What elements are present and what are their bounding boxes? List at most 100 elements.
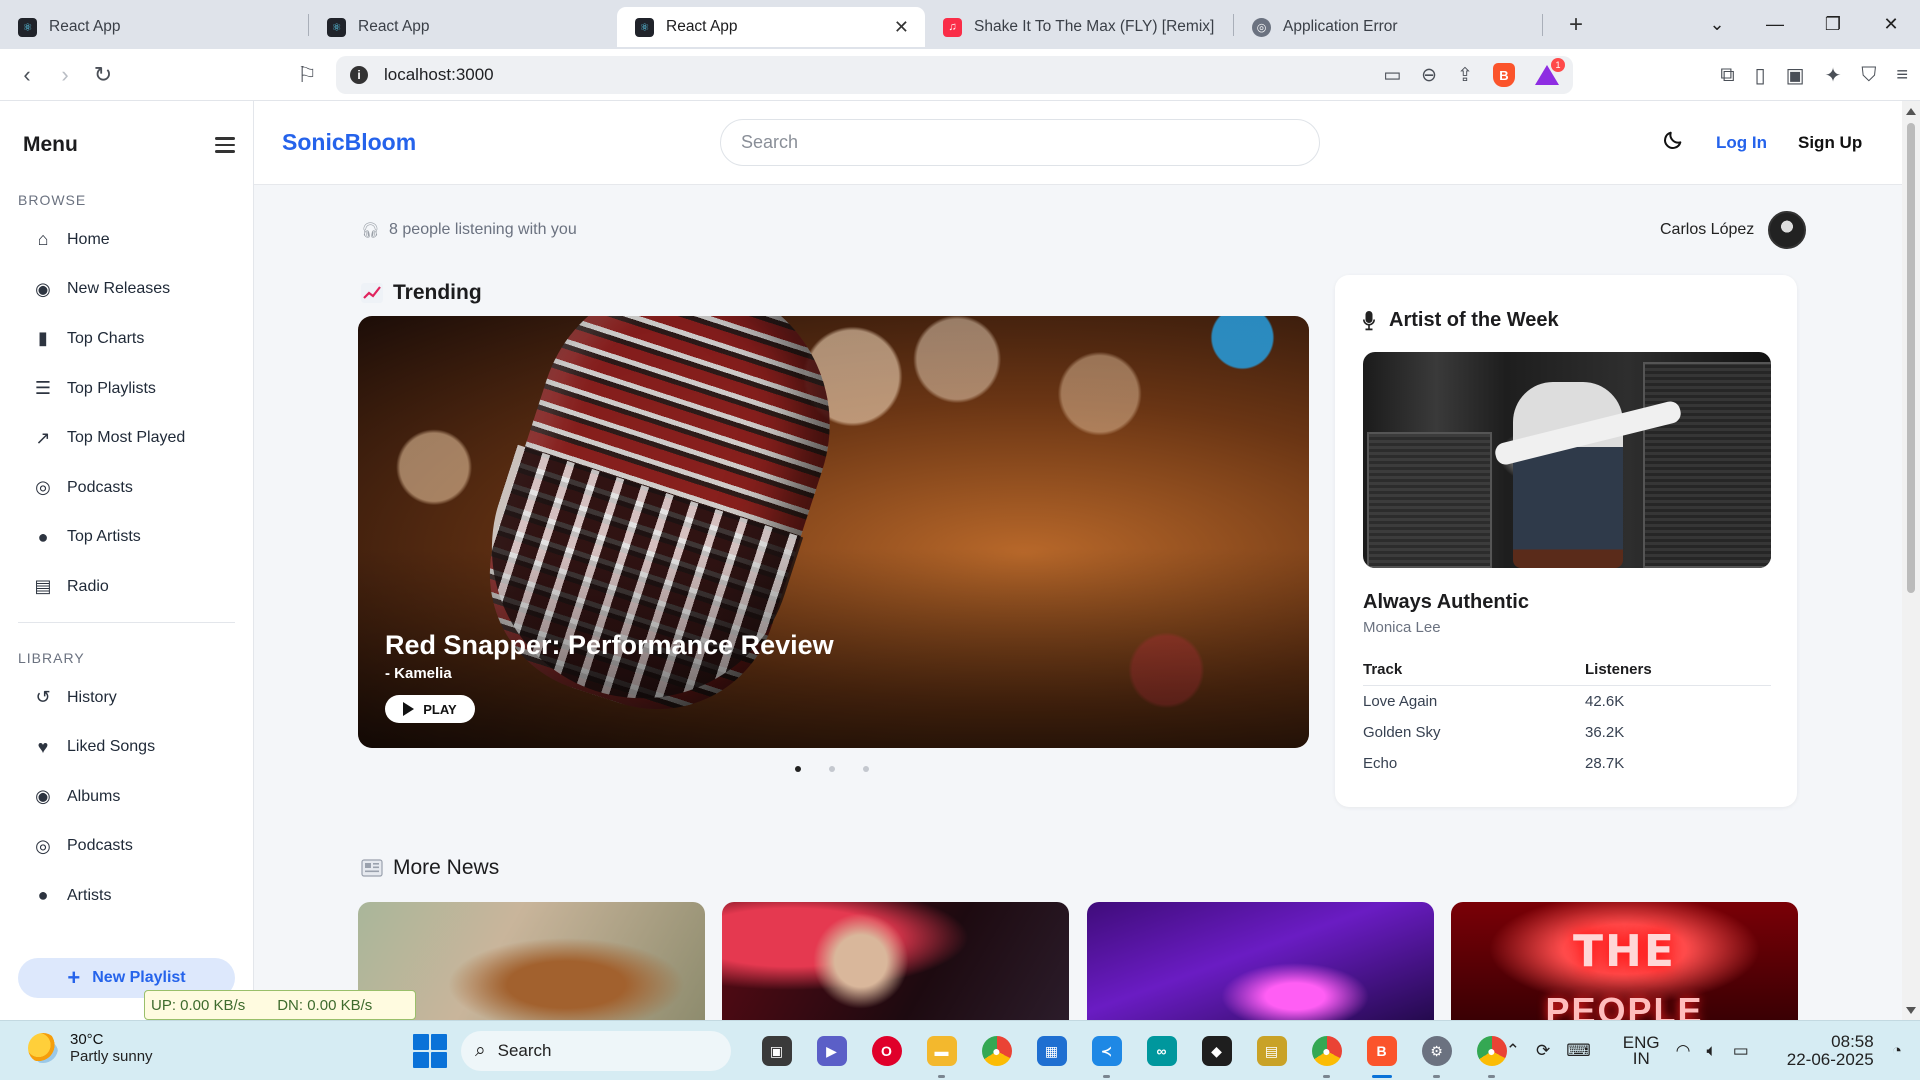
close-window-icon[interactable]: ✕	[1862, 14, 1920, 35]
sidebar-item-new-releases[interactable]: ◉ New Releases	[0, 265, 253, 315]
sidebar-item-history[interactable]: ↺ History	[0, 673, 253, 723]
avatar[interactable]	[1768, 211, 1807, 249]
vpn-shield-icon[interactable]: ⛉	[1861, 64, 1876, 87]
zoom-out-icon[interactable]: ⊖	[1421, 64, 1437, 87]
bookmark-icon[interactable]: ⚐	[288, 62, 326, 88]
hamburger-menu-icon[interactable]	[215, 137, 235, 153]
globe-icon: ◎	[1252, 17, 1271, 37]
language-indicator[interactable]: ENG IN	[1607, 1034, 1660, 1067]
brave-shields-icon[interactable]: B	[1493, 63, 1515, 87]
sidebar-item-top-artists[interactable]: ● Top Artists	[0, 513, 253, 563]
browser-tab[interactable]: ♫ Shake It To The Max (FLY) [Remix] – S	[925, 7, 1233, 47]
sidebar-item-home[interactable]: ⌂ Home	[0, 215, 253, 265]
arduino-icon[interactable]: ∞	[1134, 1021, 1189, 1080]
table-row[interactable]: Golden Sky 36.2K	[1363, 717, 1771, 749]
share-icon[interactable]: ⇪	[1457, 64, 1473, 87]
site-info-icon[interactable]: i	[350, 66, 368, 84]
dark-mode-moon-icon[interactable]	[1662, 129, 1684, 151]
restore-icon[interactable]: ❐	[1804, 14, 1862, 35]
weather-widget[interactable]: 30°C Partly sunny	[28, 1031, 153, 1065]
address-bar[interactable]: i localhost:3000 ▭ ⊖ ⇪ B 1	[336, 56, 1573, 94]
fl-studio-icon[interactable]: ▤	[1244, 1021, 1299, 1080]
news-card-singer[interactable]	[722, 902, 1069, 1020]
url-text[interactable]: localhost:3000	[384, 65, 494, 85]
cast-icon[interactable]: ▭	[1383, 64, 1401, 87]
task-view-icon[interactable]: ▣	[749, 1021, 804, 1080]
scrollbar-thumb[interactable]	[1907, 123, 1915, 593]
volume-icon[interactable]: 🔈︎	[1706, 1041, 1716, 1061]
weather-text: Partly sunny	[70, 1048, 153, 1065]
listener-count: 28.7K	[1585, 755, 1625, 773]
heart-icon: ♥	[37, 736, 49, 757]
meet-icon[interactable]: ▶	[804, 1021, 859, 1080]
trending-hero-carousel[interactable]: Red Snapper: Performance Review - Kameli…	[358, 316, 1309, 748]
tab-list-chevron-icon[interactable]: ⌄	[1688, 14, 1746, 35]
figma-icon[interactable]: ◆	[1189, 1021, 1244, 1080]
clock[interactable]: 08:58 22-06-2025	[1771, 1033, 1874, 1069]
minimize-icon[interactable]: —	[1746, 14, 1804, 35]
featured-song-title[interactable]: Always Authentic	[1363, 591, 1529, 614]
sidebar-item-top-charts[interactable]: ▮ Top Charts	[0, 314, 253, 364]
play-button[interactable]: PLAY	[385, 695, 475, 723]
wallet-icon[interactable]: ▣	[1786, 63, 1805, 88]
reload-icon[interactable]: ↻	[84, 62, 122, 88]
brave-rewards-icon[interactable]: 1	[1535, 58, 1565, 86]
sidebar-item-top-playlists[interactable]: ☰ Top Playlists	[0, 364, 253, 414]
vscode-icon[interactable]: ≺	[1079, 1021, 1134, 1080]
windows-taskbar: 30°C Partly sunny ⌕ Search ▣ ▶ O ▬ ● ▦ ≺…	[0, 1020, 1920, 1080]
brand-logo[interactable]: SonicBloom	[282, 129, 416, 156]
microsoft-store-icon[interactable]: ▦	[1024, 1021, 1079, 1080]
carousel-dot[interactable]	[795, 766, 801, 772]
sidebar-item-liked-songs[interactable]: ♥ Liked Songs	[0, 722, 253, 772]
opera-icon[interactable]: O	[859, 1021, 914, 1080]
trending-heading: Trending	[361, 281, 482, 305]
signup-link[interactable]: Sign Up	[1798, 133, 1862, 153]
login-link[interactable]: Log In	[1716, 133, 1767, 153]
settings-gear-icon[interactable]: ⚙	[1409, 1021, 1464, 1080]
browser-tab-active[interactable]: ⚛ React App ✕	[617, 7, 925, 47]
new-tab-icon[interactable]: +	[1561, 11, 1591, 39]
scroll-up-arrow-icon[interactable]	[1906, 108, 1916, 115]
browser-menu-icon[interactable]: ≡	[1896, 64, 1908, 87]
browser-tab[interactable]: ⚛ React App	[309, 7, 617, 47]
sidebar-item-albums[interactable]: ◉ Albums	[0, 772, 253, 822]
carousel-dot[interactable]	[829, 766, 835, 772]
sidebar-toggle-icon[interactable]: ▯	[1755, 63, 1766, 88]
carousel-dot[interactable]	[863, 766, 869, 772]
table-row[interactable]: Love Again 42.6K	[1363, 685, 1771, 717]
sidebar-item-podcasts-library[interactable]: ◎ Podcasts	[0, 822, 253, 872]
brave-browser-icon[interactable]: B	[1354, 1021, 1409, 1080]
user-profile[interactable]: Carlos López	[1660, 211, 1807, 249]
leo-ai-icon[interactable]: ✦	[1825, 63, 1842, 88]
notification-bell-icon[interactable]: ◔	[1892, 1041, 1902, 1061]
page-scrollbar[interactable]	[1902, 101, 1920, 1020]
wifi-icon[interactable]: ◠	[1676, 1041, 1691, 1061]
extensions-icon[interactable]: ⧉	[1720, 64, 1734, 87]
tray-overflow-chevron-icon[interactable]: ⌃	[1506, 1041, 1520, 1061]
close-tab-icon[interactable]: ✕	[894, 17, 909, 38]
chrome-profile-icon[interactable]: ●	[1299, 1021, 1354, 1080]
listener-count: 36.2K	[1585, 723, 1625, 741]
featured-artist-name[interactable]: Monica Lee	[1363, 619, 1441, 636]
news-card-dj[interactable]	[1087, 902, 1434, 1020]
chrome-icon[interactable]: ●	[969, 1021, 1024, 1080]
battery-icon[interactable]: ▭	[1733, 1041, 1749, 1061]
news-card-neon-sign[interactable]: THE PEOPLE	[1451, 902, 1798, 1020]
sidebar-item-podcasts[interactable]: ◎ Podcasts	[0, 463, 253, 513]
sync-icon[interactable]: ⟳	[1536, 1041, 1550, 1061]
table-row[interactable]: Echo 28.7K	[1363, 748, 1771, 780]
search-box[interactable]	[720, 119, 1320, 166]
sidebar-item-artists[interactable]: ● Artists	[0, 871, 253, 921]
browser-tab[interactable]: ⚛ React App	[0, 7, 308, 47]
scroll-down-arrow-icon[interactable]	[1906, 1007, 1916, 1014]
back-icon[interactable]: ‹	[8, 62, 46, 88]
sidebar-item-radio[interactable]: ▤ Radio	[0, 562, 253, 612]
forward-icon[interactable]: ›	[46, 62, 84, 88]
file-explorer-icon[interactable]: ▬	[914, 1021, 969, 1080]
taskbar-search[interactable]: ⌕ Search	[461, 1031, 731, 1071]
browser-tab[interactable]: ◎ Application Error	[1234, 7, 1542, 47]
search-input[interactable]	[741, 132, 1319, 153]
windows-start-icon[interactable]	[413, 1034, 447, 1068]
keyboard-icon[interactable]: ⌨	[1566, 1041, 1591, 1061]
sidebar-item-top-most-played[interactable]: ↗ Top Most Played	[0, 413, 253, 463]
